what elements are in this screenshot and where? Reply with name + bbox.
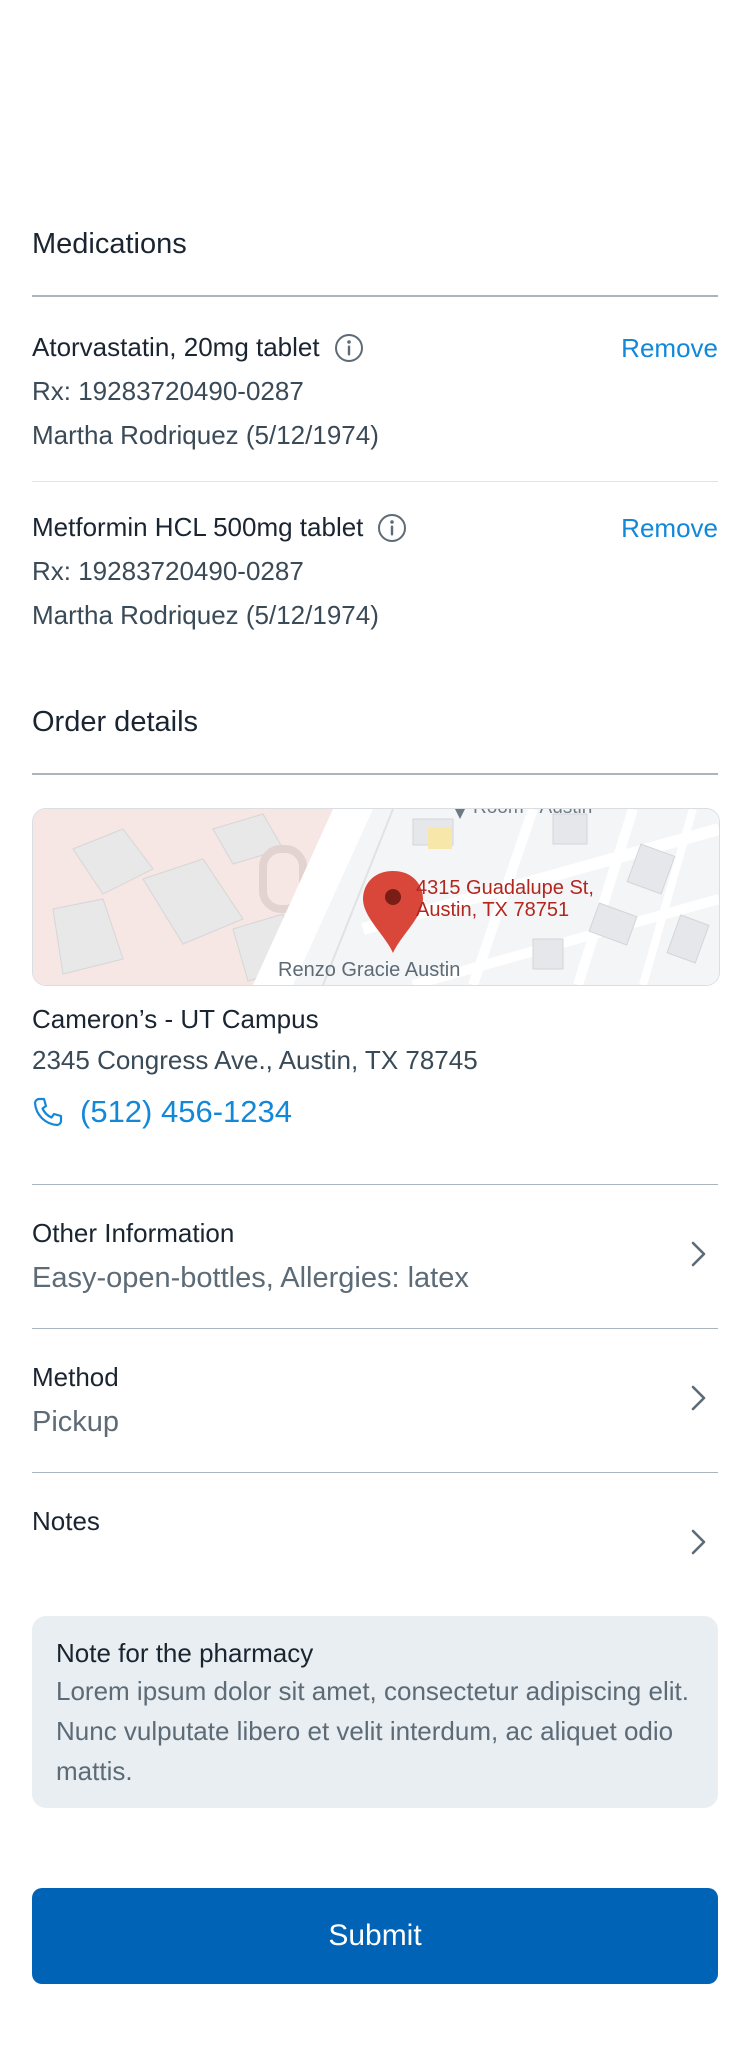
- map-pin-label-line2: Austin, TX 78751: [416, 899, 570, 921]
- medication-name: Atorvastatin, 20mg tablet: [32, 332, 320, 362]
- notes-label: Notes: [32, 1506, 100, 1536]
- medication-rx: Rx: 19283720490-0287: [32, 556, 304, 586]
- medication-separator: [32, 481, 718, 482]
- notes-row[interactable]: Notes: [0, 1473, 750, 1593]
- submit-button[interactable]: Submit: [32, 1888, 718, 1984]
- method-value: Pickup: [32, 1406, 120, 1438]
- other-information-value: Easy-open-bottles, Allergies: latex: [32, 1262, 469, 1294]
- map-pin-label-line1: 4315 Guadalupe St,: [416, 877, 594, 899]
- phone-icon: [33, 1097, 63, 1127]
- order-details-divider: [32, 773, 718, 775]
- chevron-right-icon: [691, 1241, 706, 1267]
- medication-item-name: Metformin HCL 500mg tablet: [32, 512, 407, 543]
- info-icon[interactable]: [377, 513, 407, 543]
- pharmacy-note: Note for the pharmacy Lorem ipsum dolor …: [32, 1616, 718, 1808]
- phone-number: (512) 456-1234: [80, 1094, 292, 1129]
- store-phone-link[interactable]: (512) 456-1234: [32, 1094, 292, 1130]
- medications-title: Medications: [32, 228, 187, 260]
- map-pin-label: 4315 Guadalupe St, Austin, TX 78751: [416, 877, 594, 921]
- medication-item-name: Atorvastatin, 20mg tablet: [32, 332, 364, 363]
- other-information-label: Other Information: [32, 1218, 235, 1248]
- info-icon[interactable]: [334, 333, 364, 363]
- remove-button[interactable]: Remove: [621, 513, 718, 544]
- order-details-title: Order details: [32, 706, 199, 738]
- store-name: Cameron’s - UT Campus: [32, 1004, 319, 1034]
- store-map[interactable]: Room - Austin 4315 Guadalupe St, Austin,…: [32, 808, 720, 986]
- map-poi-top: Room - Austin: [473, 809, 592, 819]
- map-poi-bottom: Renzo Gracie Austin: [278, 959, 461, 981]
- medication-rx: Rx: 19283720490-0287: [32, 376, 304, 406]
- other-information-row[interactable]: Other Information Easy-open-bottles, All…: [0, 1185, 750, 1328]
- chevron-right-icon: [691, 1385, 706, 1411]
- medication-patient: Martha Rodriquez (5/12/1974): [32, 420, 379, 450]
- medication-name: Metformin HCL 500mg tablet: [32, 512, 364, 542]
- method-label: Method: [32, 1362, 119, 1392]
- medications-divider: [32, 295, 718, 297]
- remove-button[interactable]: Remove: [621, 333, 718, 364]
- method-row[interactable]: Method Pickup: [0, 1329, 750, 1472]
- medication-patient: Martha Rodriquez (5/12/1974): [32, 600, 379, 630]
- pharmacy-note-body: Lorem ipsum dolor sit amet, consectetur …: [56, 1676, 689, 1786]
- store-address: 2345 Congress Ave., Austin, TX 78745: [32, 1045, 478, 1075]
- pharmacy-note-title: Note for the pharmacy: [56, 1638, 314, 1668]
- chevron-right-icon: [691, 1529, 706, 1555]
